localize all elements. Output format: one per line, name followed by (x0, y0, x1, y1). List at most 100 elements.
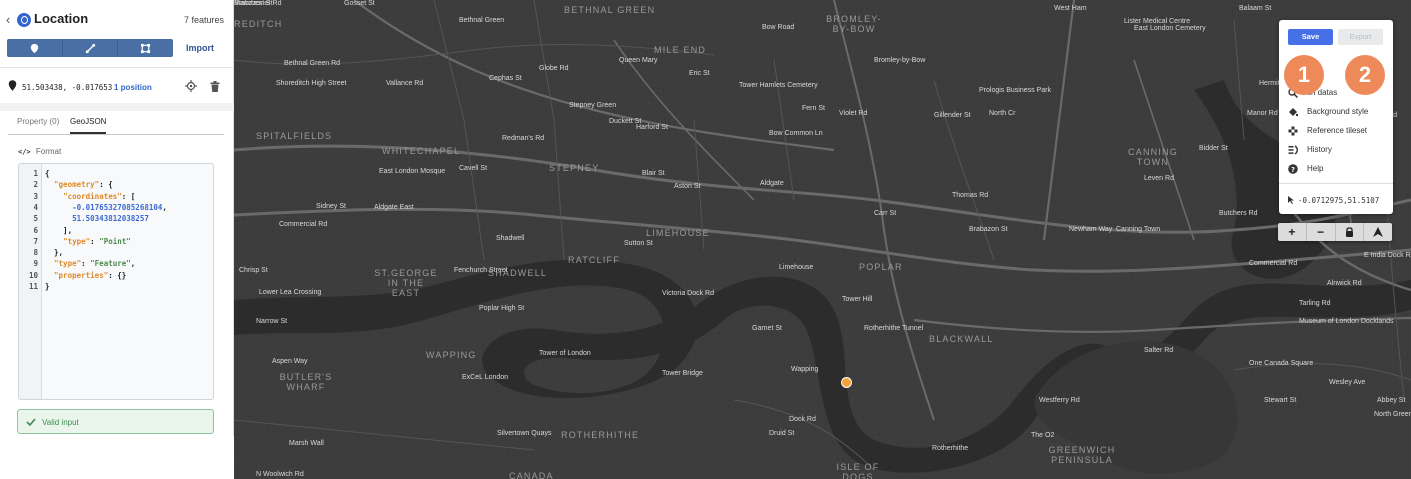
step-badge-1: 1 (1284, 55, 1324, 95)
street-label: Dock Rd (789, 416, 816, 423)
menu-item-reference-tileset[interactable]: Reference tileset (1288, 125, 1388, 137)
street-label: Redman's Rd (502, 135, 545, 142)
street-label: Queen Mary (619, 57, 658, 64)
step-badge-2: 2 (1345, 55, 1385, 95)
district-label: BUTLER'S WHARF (279, 372, 333, 392)
format-label: Format (35, 147, 62, 156)
chevron-left-icon[interactable]: ‹ (6, 12, 10, 27)
draw-polygon-button[interactable] (118, 39, 173, 57)
feature-panel: ‹ Location 7 features Import 51.503438, … (0, 0, 234, 479)
code-text: 51.50343812038257 (72, 214, 149, 224)
map-basemap (234, 0, 1411, 479)
street-label: Harford St (636, 124, 668, 131)
line-number: 7 (33, 236, 38, 246)
district-label: REDITCH (234, 19, 283, 29)
street-label: Wapping (791, 366, 819, 373)
line-number: 11 (28, 282, 38, 291)
menu-item-label: Help (1307, 164, 1324, 173)
menu-item-help[interactable]: ? Help (1288, 163, 1388, 175)
menu-item-history[interactable]: History (1288, 144, 1388, 156)
district-label: BROMLEY-BY-BOW (826, 14, 882, 34)
paint-bucket-icon (1289, 108, 1298, 117)
locate-icon[interactable] (185, 80, 197, 92)
street-label: Bethnal Green (459, 17, 505, 24)
import-button[interactable]: Import (186, 43, 214, 53)
line-number: 8 (33, 248, 38, 258)
menu-item-background-style[interactable]: Background style (1288, 106, 1388, 118)
street-label: Sutton St (624, 240, 653, 247)
draw-line-button[interactable] (63, 39, 119, 57)
street-label: Bromley-by-Bow (874, 57, 926, 64)
street-label: Carr St (874, 210, 897, 217)
district-label: RATCLIFF (568, 255, 620, 265)
street-label: Commercial Rd (1249, 260, 1298, 267)
format-button[interactable]: </> Format (18, 147, 61, 156)
north-button[interactable] (1364, 223, 1392, 241)
district-label: GREENWICH PENINSULA (1048, 445, 1116, 465)
street-label: Aldgate (760, 180, 784, 187)
menu-item-label: Background style (1307, 107, 1369, 116)
menu-item-label: Reference tileset (1307, 126, 1368, 135)
street-label: Manor Rd (1247, 110, 1278, 117)
map-canvas[interactable]: BETHNAL GREEN MILE END BROMLEY-BY-BOW SP… (234, 0, 1411, 479)
zoom-out-button[interactable]: − (1307, 223, 1336, 241)
panel-header: ‹ Location 7 features (6, 10, 228, 30)
panel-footer (0, 436, 234, 479)
street-label: Violet Rd (839, 110, 868, 117)
save-button[interactable]: Save (1288, 29, 1333, 45)
zoom-in-button[interactable]: + (1278, 223, 1307, 241)
position-link[interactable]: 1 position (114, 83, 152, 92)
street-label: Newham Way (1069, 226, 1113, 233)
trash-icon[interactable] (210, 81, 220, 92)
street-label: Chrisp St (239, 267, 268, 274)
street-label: E India Dock Rd (1364, 252, 1411, 259)
svg-text:?: ? (1291, 166, 1295, 174)
marker-icon (30, 43, 38, 53)
street-label: Globe Rd (539, 65, 569, 72)
code-text: "type": "Point" (63, 236, 131, 246)
code-brackets-icon: </> (18, 148, 31, 156)
street-label: Rotherhithe Tunnel (864, 325, 924, 332)
geojson-editor[interactable]: 1 {2 "geometry": {3 "coordinates": [4 -0.… (18, 163, 214, 400)
street-label: Gosset St (344, 0, 375, 7)
street-label: Marsh Wall (289, 440, 324, 447)
street-label: Tower of London (539, 350, 591, 357)
history-icon (1288, 145, 1298, 155)
district-label: CANADA (509, 471, 554, 479)
panel-tabs: Property (0) GeoJSON (8, 113, 224, 135)
street-label: East London Mosque (379, 168, 446, 175)
street-label: Lister Medical Centre (1124, 18, 1191, 25)
tab-geojson[interactable]: GeoJSON (70, 117, 107, 134)
district-label: POPLAR (859, 262, 903, 272)
selected-point-marker[interactable] (841, 377, 852, 388)
line-number: 10 (28, 270, 38, 280)
code-text: ], (45, 225, 73, 235)
lock-button[interactable] (1336, 223, 1365, 241)
street-label: Bidder St (1199, 145, 1228, 152)
street-label: Bow Road (762, 24, 795, 31)
tab-property[interactable]: Property (0) (17, 117, 59, 126)
tileset-icon (1288, 126, 1298, 136)
street-label: Fern St (802, 105, 825, 112)
code-text: "coordinates": [ (63, 191, 136, 201)
pin-icon (8, 80, 17, 91)
street-label: Tower Hill (842, 296, 873, 303)
street-label: The O2 (1031, 432, 1055, 439)
street-label: Bethnal Green Rd (284, 60, 341, 67)
street-label: Gillender St (934, 112, 971, 119)
street-label: Leven Rd (1144, 175, 1174, 182)
code-text: "properties": {} (54, 270, 127, 280)
street-label: East London Cemetery (1134, 25, 1206, 32)
draw-marker-button[interactable] (7, 39, 63, 57)
street-label: Balaam St (1239, 5, 1272, 12)
street-label: Canning Town (1116, 226, 1161, 233)
app-logo-icon (17, 13, 31, 27)
street-label: Stewart St (1264, 397, 1297, 404)
map-menu: Save Export ch datas Background style Re… (1279, 20, 1393, 214)
export-button[interactable]: Export (1338, 29, 1383, 45)
street-label: Tower Hamlets Cemetery (739, 82, 818, 89)
street-label: Manchester Rd (234, 0, 282, 7)
panel-title: Location (34, 11, 89, 26)
position-row: 51.503438, -0.017653 1 position (8, 80, 226, 94)
line-number: 5 (33, 214, 38, 224)
